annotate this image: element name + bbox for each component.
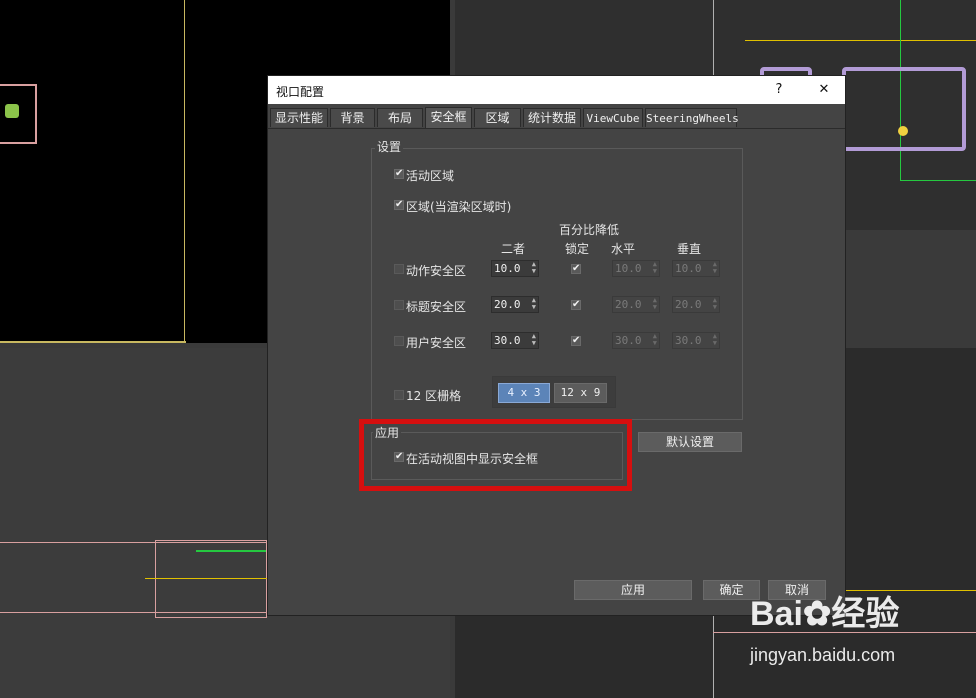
paw-icon: ✿ [802,595,832,633]
user-safe-label: 用户安全区 [406,336,467,350]
user-safe-lock-checkbox[interactable]: ✔ [571,336,581,346]
user-safe-checkbox[interactable] [394,336,404,346]
action-safe-checkbox[interactable] [394,264,404,274]
action-safe-horizontal-spinner[interactable]: 10.0 ▲ ▼ [612,260,660,277]
settings-group-label: 设置 [375,138,404,155]
close-icon[interactable]: ✕ [813,79,835,101]
tab-background[interactable]: 背景 [330,108,375,127]
spinner-value: 10.0 [494,262,521,275]
viewport-line [184,0,185,343]
watermark-url: jingyan.baidu.com [750,645,896,665]
watermark-brand2: 经验 [831,595,900,633]
tab-statistics[interactable]: 统计数据 [523,108,581,127]
region-label: 区域(当渲染区域时) [406,200,512,214]
live-area-checkbox[interactable]: ✔ [394,169,404,179]
live-area-label: 活动区域 [406,169,455,183]
baidu-watermark: Bai✿经验 jingyan.baidu.com [750,595,899,666]
spinner-value: 10.0 [615,262,642,275]
dialog-title: 视口配置 [276,85,325,99]
tab-divider [268,128,845,129]
tab-regions[interactable]: 区域 [474,108,521,127]
column-horizontal: 水平 [611,242,636,256]
title-safe-lock-checkbox[interactable]: ✔ [571,300,581,310]
grid-label: 12 区栅格 [406,389,462,403]
user-safe-vertical-spinner[interactable]: 30.0 ▲ ▼ [672,332,720,349]
spinner-value: 20.0 [675,298,702,311]
region-checkbox[interactable]: ✔ [394,200,404,210]
viewport-line [196,550,266,552]
action-safe-label: 动作安全区 [406,264,467,278]
object-icon [5,104,19,118]
grid-option-12x9[interactable]: 12 x 9 [554,383,607,403]
tab-viewcube[interactable]: ViewCube [583,108,643,127]
column-vertical: 垂直 [677,242,702,256]
grid-option-4x3[interactable]: 4 x 3 [498,383,550,403]
action-safe-both-spinner[interactable]: 10.0 ▲ ▼ [491,260,539,277]
make-default-button[interactable]: 默认设置 [638,432,742,452]
spinner-value: 30.0 [675,334,702,347]
title-safe-both-spinner[interactable]: 20.0 ▲ ▼ [491,296,539,313]
spinner-value: 20.0 [615,298,642,311]
viewport-configuration-dialog: 视口配置 ? ✕ 显示性能 背景 布局 安全框 区域 统计数据 ViewCube… [267,75,846,616]
viewport-line [845,590,976,591]
spinner-value: 30.0 [494,334,521,347]
user-safe-horizontal-spinner[interactable]: 30.0 ▲ ▼ [612,332,660,349]
title-safe-horizontal-spinner[interactable]: 20.0 ▲ ▼ [612,296,660,313]
spinner-value: 30.0 [615,334,642,347]
column-lock: 锁定 [565,242,590,256]
action-safe-lock-checkbox[interactable]: ✔ [571,264,581,274]
column-both: 二者 [501,242,526,256]
watermark-logo: Bai✿经验 [750,595,899,633]
title-safe-checkbox[interactable] [394,300,404,310]
spinner-value: 10.0 [675,262,702,275]
apply-button[interactable]: 应用 [574,580,692,600]
viewport-line [0,341,186,343]
help-button[interactable]: ? [768,79,790,101]
viewport-line [745,40,976,41]
highlight-annotation [359,419,632,491]
viewport-line [900,180,976,181]
object-frame [842,67,966,151]
title-safe-vertical-spinner[interactable]: 20.0 ▲ ▼ [672,296,720,313]
viewport-line [145,578,267,579]
user-safe-both-spinner[interactable]: 30.0 ▲ ▼ [491,332,539,349]
grid-checkbox[interactable] [394,390,404,400]
percent-reduction-header: 百分比降低 [559,223,620,237]
dialog-titlebar[interactable]: 视口配置 ? ✕ [268,76,845,104]
tab-layout[interactable]: 布局 [377,108,423,127]
tab-safe-frames[interactable]: 安全框 [425,107,472,128]
object-icon [898,126,908,136]
tab-steeringwheels[interactable]: SteeringWheels [645,108,739,127]
title-safe-label: 标题安全区 [406,300,467,314]
watermark-brand: Bai [750,595,803,633]
tab-display-performance[interactable]: 显示性能 [270,108,328,127]
action-safe-vertical-spinner[interactable]: 10.0 ▲ ▼ [672,260,720,277]
spinner-value: 20.0 [494,298,521,311]
